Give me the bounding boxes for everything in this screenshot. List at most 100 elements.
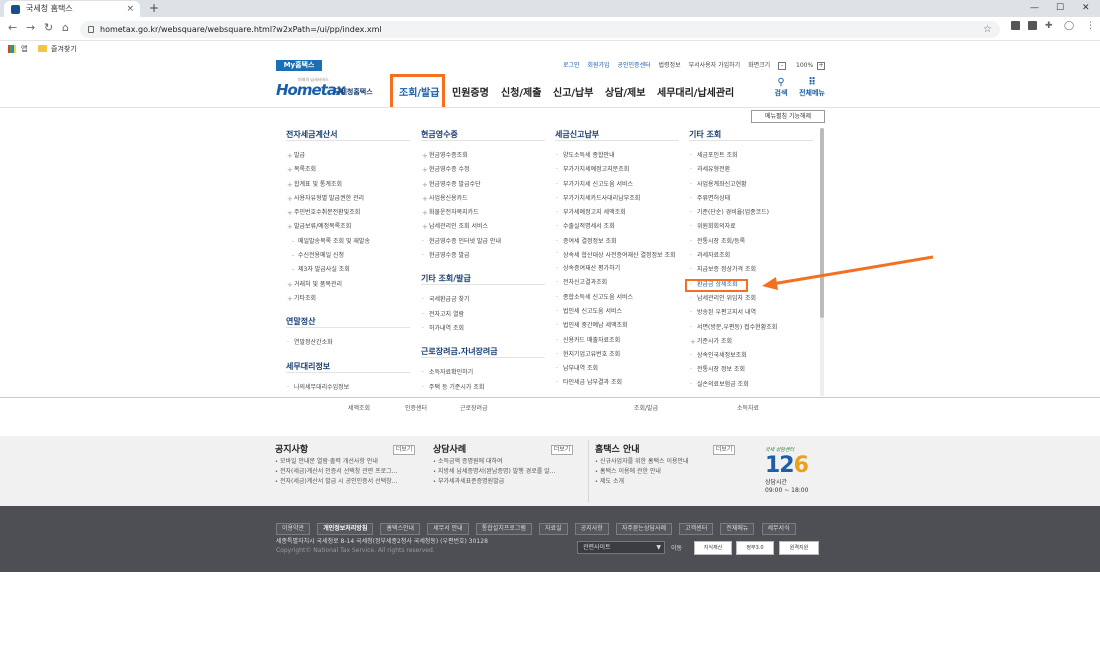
forward-icon[interactable]: → bbox=[26, 21, 35, 34]
new-tab-button[interactable]: + bbox=[149, 0, 159, 16]
footer-link[interactable]: 전체메뉴 bbox=[720, 523, 755, 535]
extensions-puzzle-icon[interactable]: ✚ bbox=[1045, 21, 1053, 31]
guide-item[interactable]: 제도 소개 bbox=[595, 477, 735, 487]
menu-item[interactable]: 신용카드 매출자료조회 bbox=[555, 334, 679, 348]
menu-item[interactable]: 상속증여재산 평가하기 bbox=[555, 262, 679, 276]
menu-item[interactable]: 부가가치세카드사대리납부조회 bbox=[555, 192, 679, 206]
menu-item[interactable]: 주민번호수취분전환및조회 bbox=[286, 206, 410, 220]
menu-item[interactable]: 부가가치세 신고도움 서비스 bbox=[555, 178, 679, 192]
menu-item[interactable]: 납부내역 조회 bbox=[555, 362, 679, 376]
menu-item[interactable]: 서면(방문,우편등) 접수현황조회 bbox=[689, 321, 813, 335]
menu-item[interactable]: 사용자유형별 발급권한 관리 bbox=[286, 192, 410, 206]
zoom-out-button[interactable]: - bbox=[778, 61, 787, 70]
menu-section-title[interactable]: 전자세금계산서 bbox=[286, 129, 410, 141]
menu-item[interactable]: 증여세 결정정보 조회 bbox=[555, 235, 679, 249]
zoom-in-button[interactable]: + bbox=[817, 61, 826, 70]
footer-link[interactable]: 세무서 안내 bbox=[427, 523, 469, 535]
menu-item[interactable]: 발급보류/예정목록조회 bbox=[286, 220, 410, 234]
menu-item[interactable]: 거래처 및 품목관리 bbox=[286, 278, 410, 292]
dept-user-link[interactable]: 부서사용자 가입하기 bbox=[689, 62, 741, 69]
menu-item[interactable]: 방송된 우편고지서 내역 bbox=[689, 306, 813, 320]
tab-close-icon[interactable]: × bbox=[126, 1, 134, 17]
footer-link[interactable]: 고객센터 bbox=[679, 523, 714, 535]
menu-item[interactable]: 사업용계좌신고현황 bbox=[689, 178, 813, 192]
menu-item[interactable]: 수신전용메일 신청 bbox=[286, 249, 410, 263]
gov30-badge[interactable]: 정부3.0 bbox=[736, 541, 774, 555]
cert-center-link[interactable]: 공인인증센터 bbox=[618, 62, 651, 69]
menu-item[interactable]: 목록조회 bbox=[286, 163, 410, 177]
menu-section-title[interactable]: 세금신고납부 bbox=[555, 129, 679, 141]
law-info-link[interactable]: 법령정보 bbox=[659, 62, 681, 69]
menu-item[interactable]: 전통시장 정보 조회 bbox=[689, 363, 813, 377]
more-menu-icon[interactable]: ⋮ bbox=[1086, 21, 1095, 31]
bookmark-apps[interactable]: 앱 bbox=[21, 41, 27, 57]
back-icon[interactable]: ← bbox=[8, 21, 17, 34]
footer-link[interactable]: 자주묻는상담사례 bbox=[615, 523, 673, 535]
reload-icon[interactable]: ↻ bbox=[44, 21, 53, 34]
menu-item[interactable]: 납세관리인 조회 서비스 bbox=[421, 220, 545, 234]
menu-item[interactable]: 주택 등 기준시가 조회 bbox=[421, 381, 545, 395]
menu-item[interactable]: 종합소득세 신고도움 서비스 bbox=[555, 291, 679, 305]
notice-item[interactable]: 전자(세금)계산서 인증서 선택창 관련 프로그... bbox=[275, 467, 415, 477]
menu-item[interactable]: 연말정산간소화 bbox=[286, 336, 410, 350]
nav-apply-submit[interactable]: 신청/제출 bbox=[501, 84, 541, 99]
menu-item[interactable]: 부가가치세예정고지분조회 bbox=[555, 163, 679, 177]
profile-icon[interactable]: ◯ bbox=[1064, 21, 1074, 31]
menu-item[interactable]: 상속인국세정보조회 bbox=[689, 349, 813, 363]
url-field[interactable]: hometax.go.kr/websquare/websquare.html?w… bbox=[80, 21, 1000, 38]
menu-item[interactable]: 합계표 및 통계조회 bbox=[286, 178, 410, 192]
menu-item[interactable]: 세금포인트 조회 bbox=[689, 149, 813, 163]
all-menu-button[interactable]: ⠿ 전체메뉴 bbox=[796, 78, 828, 98]
consult-item[interactable]: 소득금액 증명원에 대하여 bbox=[433, 457, 573, 467]
menu-item[interactable]: 소득자료확인하기 bbox=[421, 366, 545, 380]
menu-item[interactable]: 나의세무대리수임정보 bbox=[286, 381, 410, 395]
login-link[interactable]: 로그인 bbox=[563, 62, 580, 69]
nav-civil-cert[interactable]: 민원증명 bbox=[452, 84, 489, 99]
footer-link[interactable]: 홈택스안내 bbox=[380, 523, 421, 535]
guide-more-button[interactable]: 더보기 bbox=[713, 445, 735, 455]
menu-item[interactable]: 현지기업고유번호 조회 bbox=[555, 348, 679, 362]
menu-section-title[interactable]: 기타 조회 bbox=[689, 129, 813, 141]
footer-link[interactable]: 이용약관 bbox=[276, 523, 311, 535]
menu-item[interactable]: 기타조회 bbox=[286, 292, 410, 306]
menu-item[interactable]: 주류면허상태 bbox=[689, 192, 813, 206]
menu-item[interactable]: 현금영수증조회 bbox=[421, 149, 545, 163]
menu-item[interactable]: 타인세금 납부결과 조회 bbox=[555, 376, 679, 390]
notice-more-button[interactable]: 더보기 bbox=[393, 445, 415, 455]
menu-item[interactable]: 전자고지 열람 bbox=[421, 308, 545, 322]
close-window-icon[interactable]: ✕ bbox=[1082, 0, 1090, 16]
hometax-logo[interactable]: 미래의 납세서비스 Hometax 국세청홈택스 bbox=[276, 77, 378, 101]
footer-link[interactable]: 공지사항 bbox=[574, 523, 609, 535]
browser-tab[interactable]: 국세청 홈택스 × bbox=[4, 1, 140, 17]
extension-icon[interactable] bbox=[1028, 21, 1037, 30]
footer-link[interactable]: 세무서식 bbox=[761, 523, 796, 535]
menu-item[interactable]: 수출실적명세서 조회 bbox=[555, 220, 679, 234]
menu-item[interactable]: 국세환급금 찾기 bbox=[421, 293, 545, 307]
menu-item[interactable]: 전자신고결과조회 bbox=[555, 276, 679, 290]
menu-item[interactable]: 현금영수증 인터넷 발급 안내 bbox=[421, 235, 545, 249]
menu-item[interactable]: 제3자 발급사실 조회 bbox=[286, 263, 410, 277]
menu-item[interactable]: 메일발송목록 조회 및 재발송 bbox=[286, 235, 410, 249]
menu-item[interactable]: 발급 bbox=[286, 149, 410, 163]
menu-item[interactable]: 법인세 신고도움 서비스 bbox=[555, 305, 679, 319]
menu-item[interactable]: 기준(단순) 경비율(업종코드) bbox=[689, 206, 813, 220]
consult-item[interactable]: 지방세 납세증명서(완납증명) 발행 경로를 알... bbox=[433, 467, 573, 477]
menu-item[interactable]: 현금영수증 발급수단 bbox=[421, 178, 545, 192]
related-site-select[interactable]: 관련사이트 ▼ bbox=[577, 541, 665, 554]
bookmark-favorites[interactable]: 즐겨찾기 bbox=[51, 41, 77, 57]
menu-section-title[interactable]: 연말정산 bbox=[286, 316, 410, 329]
notice-item[interactable]: 전자(세금)계산서 발급 시 공인인증서 선택창... bbox=[275, 477, 415, 487]
signup-link[interactable]: 회원가입 bbox=[587, 62, 609, 69]
menu-item[interactable]: 현금영수증 발급 bbox=[421, 249, 545, 263]
guide-item[interactable]: 홈택스 이용에 관한 안내 bbox=[595, 467, 735, 477]
minimize-icon[interactable]: — bbox=[1030, 0, 1039, 16]
menu-item[interactable]: 부가세예정고지 세액조회 bbox=[555, 206, 679, 220]
nav-report-pay[interactable]: 신고/납부 bbox=[553, 84, 593, 99]
bookmark-star-icon[interactable]: ☆ bbox=[983, 21, 992, 38]
menu-item[interactable]: 사업용신용카드 bbox=[421, 192, 545, 206]
nav-consult-report[interactable]: 상담/제보 bbox=[605, 84, 645, 99]
search-button[interactable]: ⚲ 검색 bbox=[771, 78, 791, 98]
home-icon[interactable]: ⌂ bbox=[62, 21, 69, 34]
menu-section-title[interactable]: 기타 조회/발급 bbox=[421, 273, 545, 286]
menu-item[interactable]: 실손의료보험금 조회 bbox=[689, 378, 813, 392]
